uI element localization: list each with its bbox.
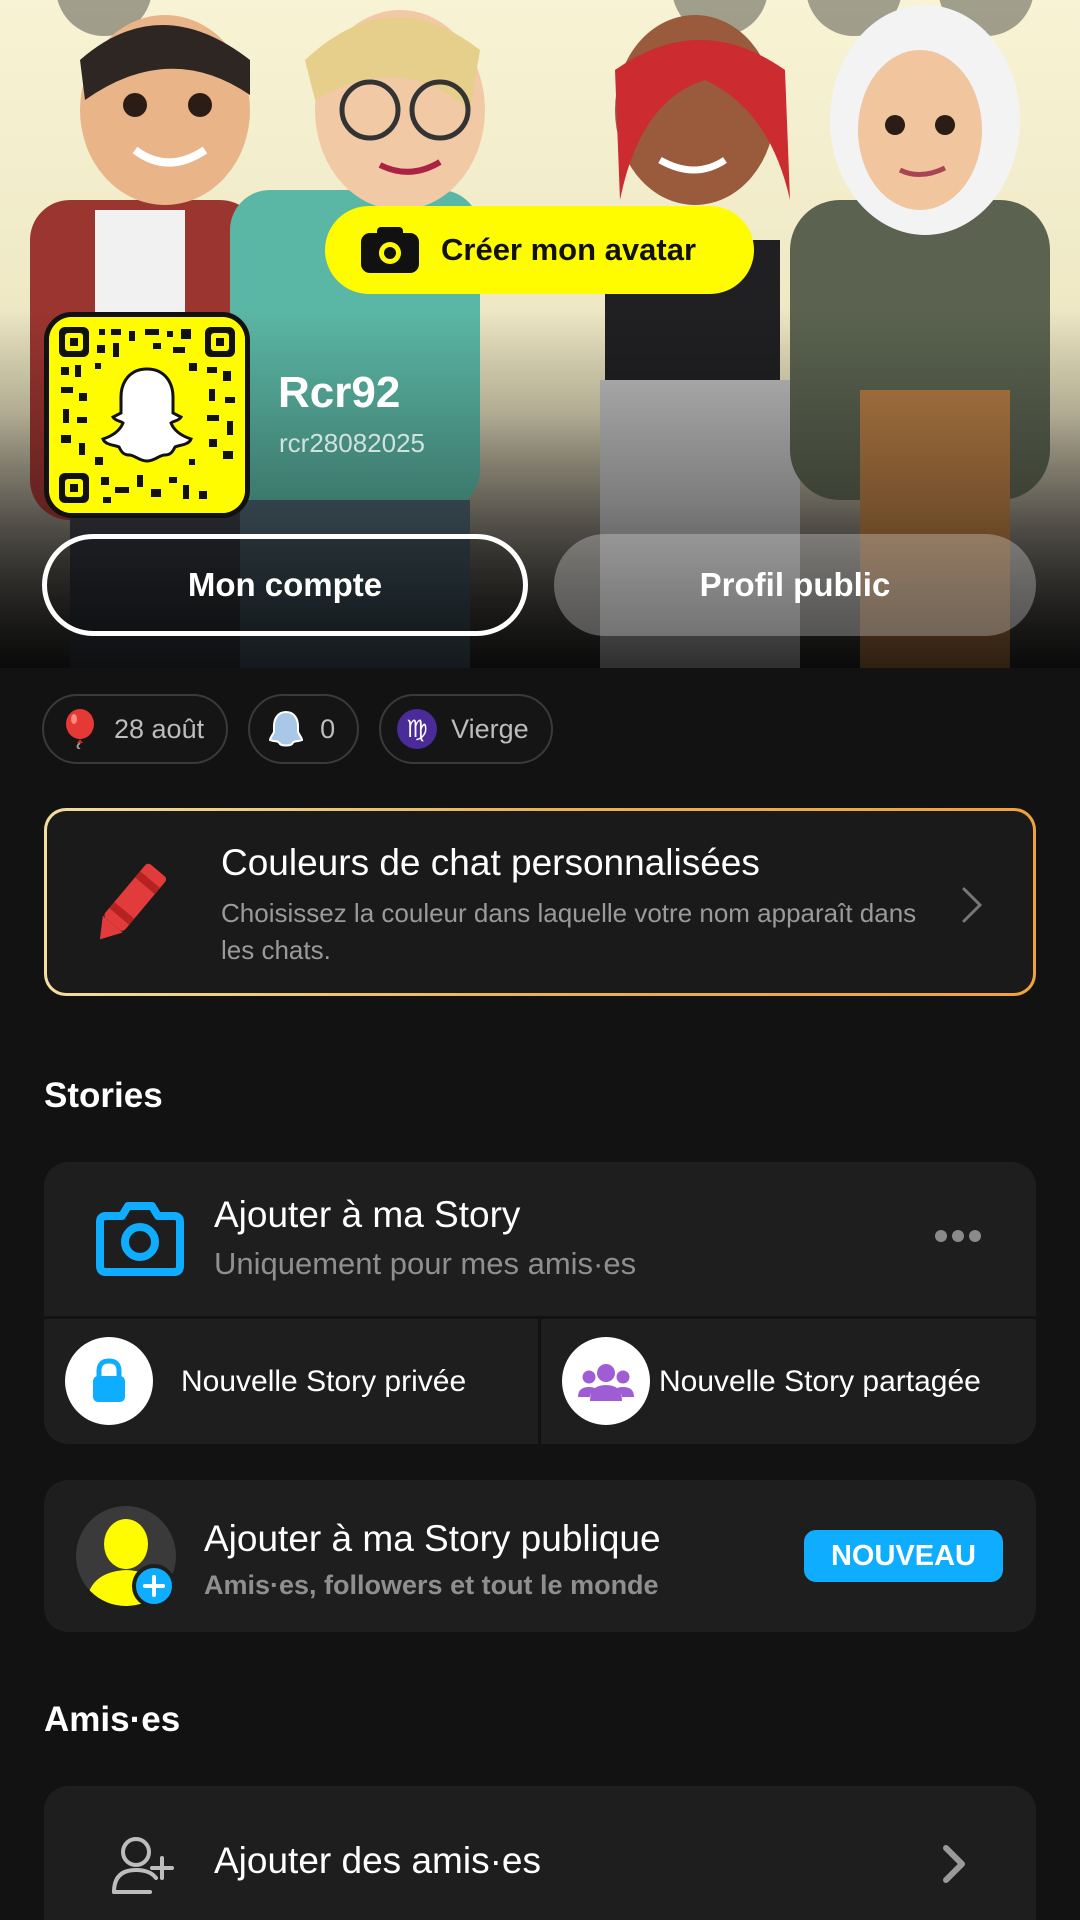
more-icon[interactable]	[935, 1230, 981, 1242]
my-account-button[interactable]: Mon compte	[42, 534, 528, 636]
new-private-story-label: Nouvelle Story privée	[181, 1365, 467, 1398]
ghost-icon	[266, 709, 306, 749]
birthday-chip[interactable]: 28 août	[42, 694, 229, 764]
create-avatar-label: Créer mon avatar	[441, 232, 697, 267]
chat-colors-description: Choisissez la couleur dans laquelle votr…	[221, 898, 917, 965]
zodiac-chip[interactable]: ♍ Vierge	[379, 694, 553, 764]
lock-icon	[65, 1337, 153, 1425]
public-profile-label: Profil public	[699, 566, 891, 603]
public-profile-button[interactable]: Profil public	[554, 534, 1036, 636]
zodiac-label: Vierge	[451, 713, 529, 744]
new-shared-story-label: Nouvelle Story partagée	[659, 1365, 981, 1398]
camera-icon	[96, 1202, 184, 1276]
snapcode[interactable]	[44, 312, 250, 518]
public-story-subtitle: Amis·es, followers et tout le monde	[204, 1570, 659, 1600]
create-avatar-button[interactable]: Créer mon avatar	[325, 206, 754, 294]
svg-text:♍: ♍	[406, 715, 428, 743]
public-story-title: Ajouter à ma Story publique	[204, 1518, 661, 1559]
new-badge: NOUVEAU	[804, 1530, 1003, 1582]
my-account-label: Mon compte	[187, 566, 383, 603]
crayon-icon	[99, 863, 167, 940]
display-name: Rcr92	[278, 368, 401, 417]
public-story-avatar	[76, 1506, 176, 1608]
birthday-label: 28 août	[114, 713, 205, 744]
chevron-right-icon	[962, 887, 983, 923]
stories-section-title: Stories	[44, 1076, 163, 1115]
add-to-story-title: Ajouter à ma Story	[214, 1194, 521, 1235]
add-to-my-story-row[interactable]	[44, 1162, 1036, 1316]
username: rcr28082025	[279, 428, 425, 458]
virgo-icon: ♍	[397, 709, 438, 749]
snapscore-chip[interactable]: 0	[248, 694, 360, 764]
camera-icon	[361, 227, 419, 273]
chevron-right-icon	[943, 1845, 965, 1883]
snapcode-pattern	[49, 317, 245, 513]
group-icon	[562, 1337, 650, 1425]
add-friend-icon	[112, 1837, 174, 1894]
friends-section-title: Amis·es	[44, 1700, 181, 1739]
add-to-story-subtitle: Uniquement pour mes amis·es	[214, 1246, 637, 1281]
chat-colors-title: Couleurs de chat personnalisées	[221, 842, 760, 883]
snapscore-label: 0	[320, 713, 336, 744]
balloon-icon	[60, 709, 100, 749]
profile-chips: 28 août 0 ♍ Vierge	[42, 694, 553, 764]
add-friends-label: Ajouter des amis·es	[214, 1840, 541, 1881]
